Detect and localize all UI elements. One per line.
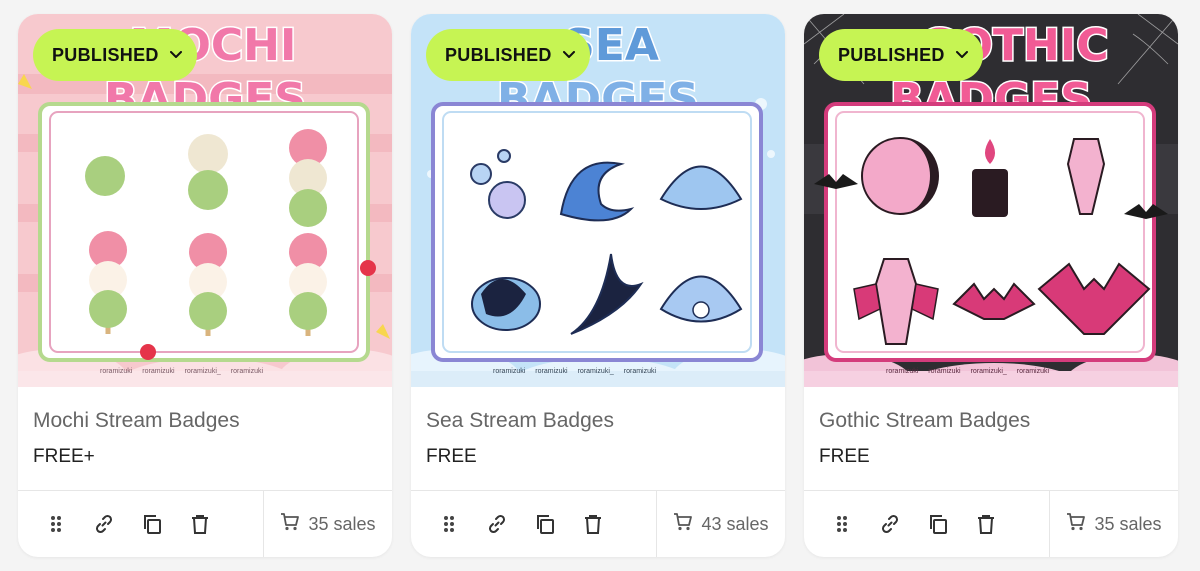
drag-handle-icon[interactable] [437,512,461,536]
drag-handle-icon[interactable] [830,512,854,536]
product-card[interactable]: MOCHI BADGES roramizuki roramizuki roram… [18,14,392,557]
discord-handle: roramizuki [100,368,133,375]
link-icon[interactable] [878,512,902,536]
product-price: FREE+ [33,446,95,467]
kofi-handle: roramizuki [623,368,657,375]
sales-count: 35 sales [1050,491,1178,557]
drag-handle-icon[interactable] [44,512,68,536]
duplicate-icon[interactable] [533,512,557,536]
discord-handle: roramizuki [493,368,526,375]
twitter-handle: roramizuki [142,368,175,375]
sales-count: 43 sales [657,491,785,557]
sales-count: 35 sales [264,491,392,557]
duplicate-icon[interactable] [140,512,164,536]
trash-icon[interactable] [188,512,212,536]
product-card[interactable]: GOTHIC BADGES roramizuki roramizuki rora… [804,14,1178,557]
link-icon[interactable] [92,512,116,536]
status-dropdown[interactable]: PUBLISHED [33,29,197,81]
sales-label: 43 sales [701,513,769,534]
cart-icon [1066,512,1086,536]
product-thumbnail[interactable]: GOTHIC BADGES roramizuki roramizuki rora… [804,14,1178,387]
cart-icon [280,512,300,536]
product-thumbnail[interactable]: SEA BADGES roramizuki roramizuki roramiz… [411,14,785,387]
product-title[interactable]: Gothic Stream Badges [819,409,1163,433]
twitter-handle: roramizuki [928,368,961,375]
chevron-down-icon [169,48,183,62]
status-dropdown[interactable]: PUBLISHED [426,29,590,81]
chevron-down-icon [562,48,576,62]
product-title[interactable]: Sea Stream Badges [426,409,770,433]
status-label: PUBLISHED [445,44,552,65]
chevron-down-icon [955,48,969,62]
twitter-handle: roramizuki [535,368,568,375]
link-icon[interactable] [485,512,509,536]
product-thumbnail[interactable]: MOCHI BADGES roramizuki roramizuki roram… [18,14,392,387]
status-label: PUBLISHED [52,44,159,65]
product-title[interactable]: Mochi Stream Badges [33,409,377,433]
cart-icon [673,512,693,536]
product-price: FREE [426,446,477,467]
discord-handle: roramizuki [886,368,919,375]
trash-icon[interactable] [974,512,998,536]
duplicate-icon[interactable] [926,512,950,536]
status-dropdown[interactable]: PUBLISHED [819,29,983,81]
kofi-handle: roramizuki [1016,368,1050,375]
instagram-handle: roramizuki_ [184,368,221,375]
status-label: PUBLISHED [838,44,945,65]
instagram-handle: roramizuki_ [970,368,1007,375]
product-card[interactable]: SEA BADGES roramizuki roramizuki roramiz… [411,14,785,557]
kofi-handle: roramizuki [230,368,264,375]
sales-label: 35 sales [308,513,376,534]
product-price: FREE [819,446,870,467]
sales-label: 35 sales [1094,513,1162,534]
trash-icon[interactable] [581,512,605,536]
instagram-handle: roramizuki_ [577,368,614,375]
